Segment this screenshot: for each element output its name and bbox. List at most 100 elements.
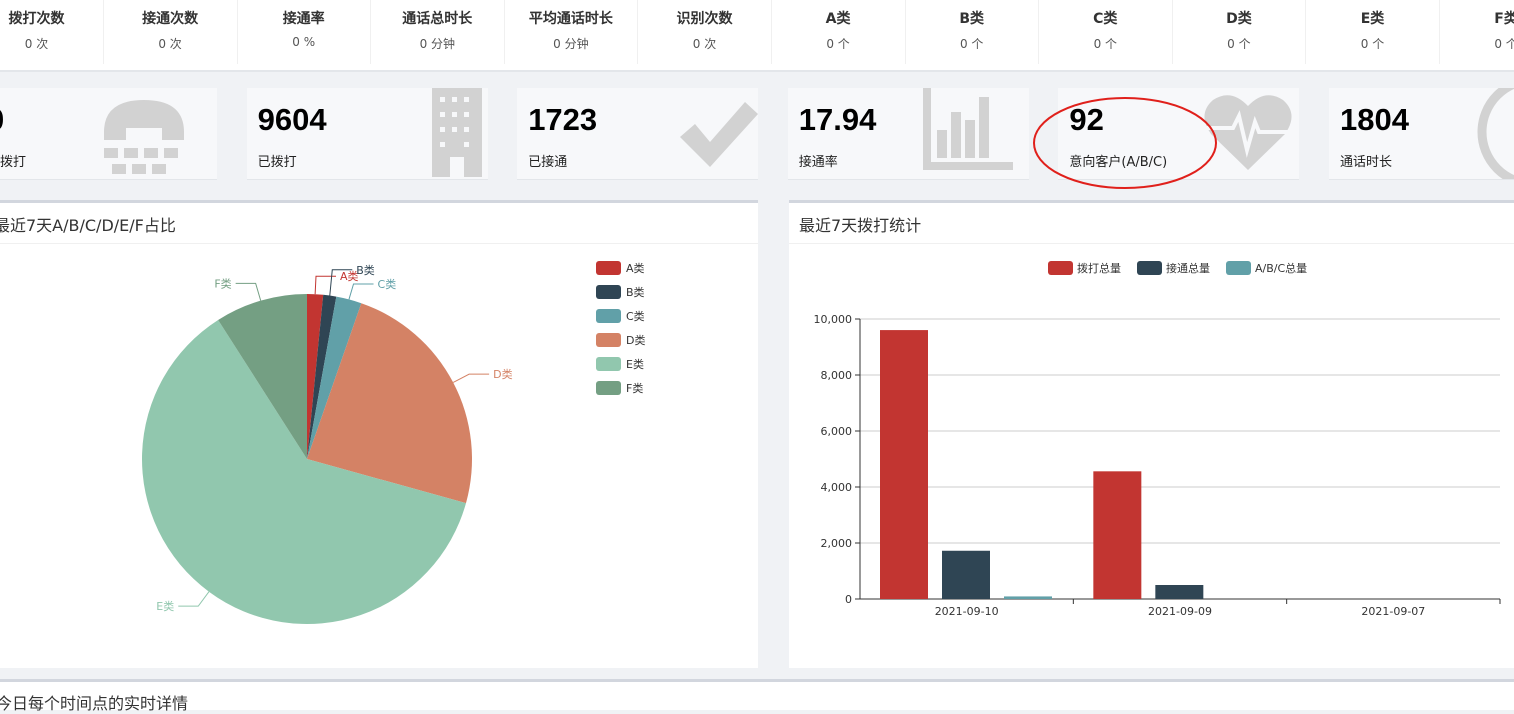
pie-label-line <box>178 591 210 607</box>
top-stat-value: 0 个 <box>1494 37 1514 51</box>
top-stat-label: 接通次数 <box>142 11 199 27</box>
top-stat-8: C类 0 个 <box>1039 0 1173 64</box>
top-stat-4: 平均通话时长 0 分钟 <box>504 0 639 64</box>
top-stat-label: 平均通话时长 <box>528 11 613 27</box>
y-tick-label: 10,000 <box>814 313 853 326</box>
card-label: 未拨打 <box>0 155 27 170</box>
bar-panel: 最近7天拨打统计 0 2,000 4,000 6,000 8,000 10,000 2021… <box>789 200 1514 668</box>
top-stat-2: 接通率 0 % <box>237 0 372 64</box>
stat-card-0: 0 未拨打 <box>0 88 217 180</box>
top-stat-11: F类 0 个 <box>1440 0 1514 64</box>
legend-label[interactable]: F类 <box>626 381 643 395</box>
legend-label[interactable]: 接通总量 <box>1166 261 1210 275</box>
top-stat-value: 0 次 <box>24 37 49 51</box>
bar[interactable] <box>1093 471 1142 599</box>
stat-card-4: 92 意向客户(A/B/C) <box>1058 88 1300 180</box>
legend-label[interactable]: A/B/C总量 <box>1255 261 1307 275</box>
card-number: 17.94 <box>798 102 877 137</box>
top-stat-label: 通话总时长 <box>402 11 473 27</box>
y-tick-label: 4,000 <box>821 481 853 494</box>
top-stat-9: D类 0 个 <box>1172 0 1307 64</box>
top-stat-3: 通话总时长 0 分钟 <box>371 0 505 64</box>
legend-swatch[interactable] <box>596 381 621 395</box>
top-stat-label: F类 <box>1494 11 1514 27</box>
bar[interactable] <box>1155 585 1204 599</box>
card-number: 1804 <box>1340 102 1409 137</box>
top-stat-label: E类 <box>1360 11 1385 27</box>
bar[interactable] <box>942 550 990 599</box>
top-stat-value: 0 次 <box>158 37 182 51</box>
top-stat-7: B类 0 个 <box>905 0 1040 64</box>
legend-swatch[interactable] <box>1137 261 1162 275</box>
x-tick-label: 2021-09-07 <box>1361 605 1425 618</box>
pie-label-line <box>235 282 262 301</box>
legend-swatch[interactable] <box>596 261 621 275</box>
legend-swatch[interactable] <box>1048 261 1073 275</box>
x-tick-label: 2021-09-09 <box>1148 605 1212 618</box>
stat-card-5: 1804 通话时长 <box>1329 88 1514 180</box>
card-number: 1723 <box>528 102 598 137</box>
top-stat-value: 0 次 <box>692 37 717 51</box>
bar-chart: 0 2,000 4,000 6,000 8,000 10,000 2021-09-10 202… <box>814 261 1501 618</box>
stat-card-2: 1723 已接通 <box>517 88 759 180</box>
top-stat-value: 0 % <box>292 35 316 49</box>
card-number: 92 <box>1069 102 1104 137</box>
stat-card-1: 9604 已拨打 <box>246 88 488 180</box>
bar[interactable] <box>880 330 928 599</box>
building-icon <box>431 88 482 177</box>
top-stat-label: 接通率 <box>282 11 325 27</box>
legend-label[interactable]: D类 <box>626 333 645 347</box>
legend-swatch[interactable] <box>596 285 621 299</box>
card-label: 已拨打 <box>257 155 297 170</box>
card-number: 9604 <box>257 102 327 137</box>
legend-label[interactable]: A类 <box>626 261 645 275</box>
top-stat-6: A类 0 个 <box>772 0 906 64</box>
legend-label[interactable]: C类 <box>626 309 645 323</box>
x-tick-label: 2021-09-10 <box>935 605 999 618</box>
stat-card-3: 17.94 接通率 <box>787 88 1029 180</box>
legend-swatch[interactable] <box>596 357 621 371</box>
check-icon <box>680 102 759 167</box>
top-stat-10: E类 0 个 <box>1306 0 1440 64</box>
y-tick-label: 6,000 <box>821 425 853 438</box>
card-label: 接通率 <box>798 155 838 170</box>
pie-label: B类 <box>356 263 375 277</box>
top-stat-value: 0 个 <box>1093 37 1118 51</box>
pie-label: C类 <box>378 277 397 291</box>
top-stat-label: B类 <box>959 11 985 27</box>
card-label: 意向客户(A/B/C) <box>1069 155 1168 170</box>
y-tick-label: 8,000 <box>821 369 853 382</box>
realtime-panel-title: 今日每个时间点的实时详情 <box>0 694 189 713</box>
top-stat-0: 拨打次数 0 次 <box>0 0 104 64</box>
top-stat-value: 0 个 <box>1227 37 1251 51</box>
top-stat-5: 识别次数 0 次 <box>638 0 772 64</box>
legend-label[interactable]: 拨打总量 <box>1077 261 1121 275</box>
legend-swatch[interactable] <box>596 333 621 347</box>
clock-icon <box>1477 88 1514 179</box>
top-stats-bar: 拨打次数 0 次 接通次数 0 次 接通率 0 % 通话总时长 0 分钟 平均通话时长 0 分钟 识… <box>0 0 1514 72</box>
pie-label-line <box>348 283 374 300</box>
pie-label: D类 <box>493 367 512 381</box>
top-stat-label: 识别次数 <box>676 11 733 27</box>
top-stat-label: D类 <box>1226 11 1252 27</box>
pie-chart: A类A类B类B类C类C类D类D类E类E类F类F类 <box>141 261 645 624</box>
top-stat-value: 0 个 <box>826 37 850 51</box>
card-label: 通话时长 <box>1340 155 1393 170</box>
bar[interactable] <box>1004 596 1052 599</box>
y-tick-label: 2,000 <box>821 537 853 550</box>
legend-swatch[interactable] <box>1226 261 1251 275</box>
card-label: 已接通 <box>528 155 568 170</box>
top-stat-label: C类 <box>1093 11 1118 27</box>
pie-panel: 最近7天A/B/C/D/E/F占比 A类 A类 B类 B类 C类 C类 D类 D类 E类 E类 F类… <box>0 200 758 668</box>
realtime-panel: 今日每个时间点的实时详情 <box>0 679 1514 713</box>
legend-label[interactable]: E类 <box>626 357 644 371</box>
heartbeat-icon <box>1204 95 1294 170</box>
legend-label[interactable]: B类 <box>626 285 645 299</box>
top-stat-value: 0 个 <box>1360 37 1385 51</box>
pie-label-line <box>452 373 490 383</box>
pie-label-line <box>314 275 337 295</box>
top-stat-label: 拨打次数 <box>8 11 65 27</box>
legend-swatch[interactable] <box>596 309 621 323</box>
top-stat-label: A类 <box>825 11 851 27</box>
bar-chart-icon <box>922 88 1013 170</box>
